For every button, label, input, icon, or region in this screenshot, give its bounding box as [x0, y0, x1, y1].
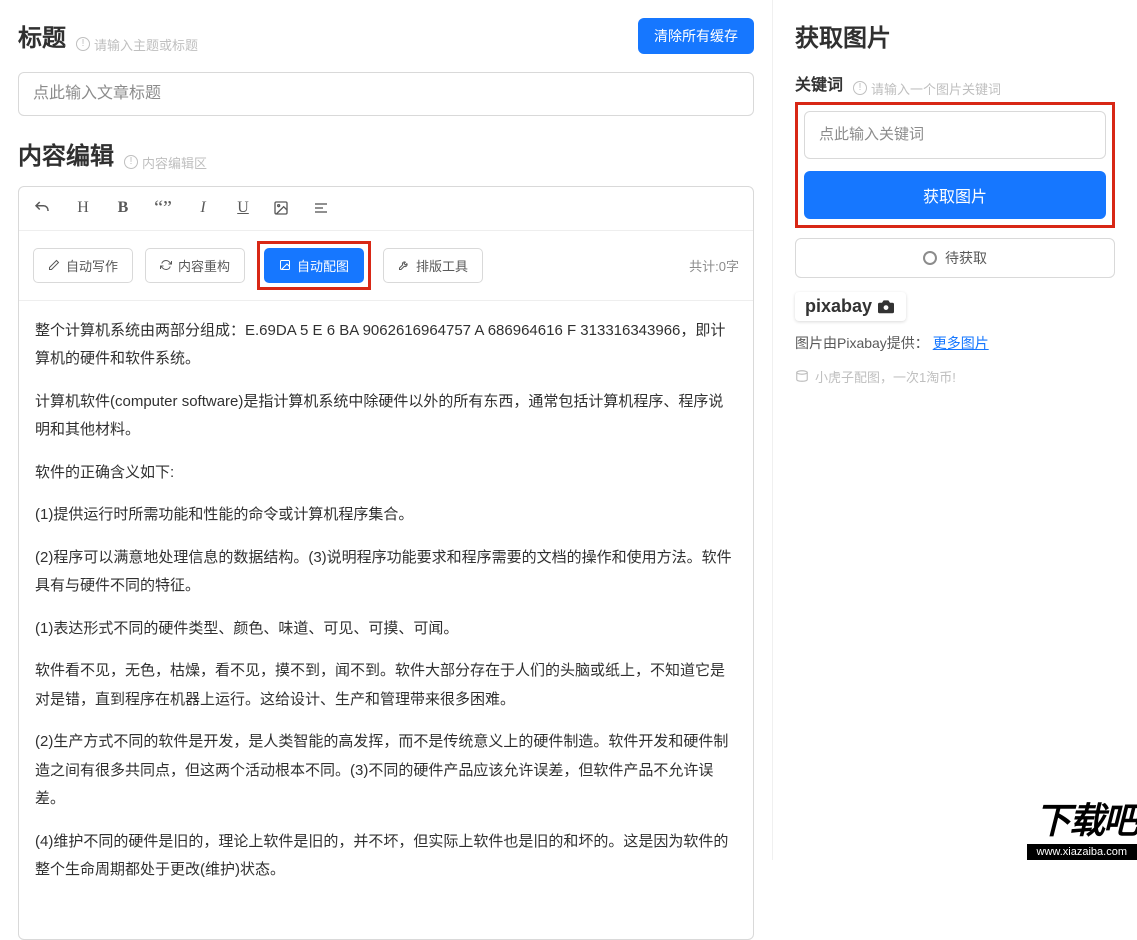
align-left-icon[interactable] [313, 200, 333, 216]
word-count: 共计:0字 [689, 256, 739, 275]
content-paragraph: (2)程序可以满意地处理信息的数据结构。(3)说明程序功能要求和程序需要的文档的… [35, 544, 737, 601]
content-paragraph: (4)维护不同的硬件是旧的，理论上软件是旧的，并不坏，但实际上软件也是旧的和坏的… [35, 828, 737, 885]
title-label: 标题 [18, 18, 66, 53]
get-image-button[interactable]: 获取图片 [804, 171, 1106, 219]
pixabay-badge: pixabay [795, 292, 906, 321]
image-icon[interactable] [273, 200, 293, 216]
action-toolbar: 自动写作 内容重构 自动配图 排版工具 共计:0字 [19, 231, 753, 301]
auto-write-button[interactable]: 自动写作 [33, 248, 133, 283]
editor-box: H B “” I U 自动写作 内容重构 [18, 186, 754, 940]
content-paragraph: 整个计算机系统由两部分组成：E.69DA 5 E 6 BA 9062616964… [35, 317, 737, 374]
keyword-hint: ! 请输入一个图片关键词 [853, 79, 1001, 98]
title-hint: ! 请输入主题或标题 [76, 35, 198, 54]
info-icon: ! [853, 81, 867, 95]
clear-cache-button[interactable]: 清除所有缓存 [638, 18, 754, 54]
title-header: 标题 ! 请输入主题或标题 清除所有缓存 [18, 18, 754, 54]
auto-image-button[interactable]: 自动配图 [264, 248, 364, 283]
editor-content[interactable]: 整个计算机系统由两部分组成：E.69DA 5 E 6 BA 9062616964… [19, 301, 753, 939]
provider-line: 图片由Pixabay提供： 更多图片 [795, 333, 1115, 353]
image-icon [279, 259, 291, 271]
content-paragraph: 软件看不见，无色，枯燥，看不见，摸不到，闻不到。软件大部分存在于人们的头脑或纸上… [35, 657, 737, 714]
disk-note: 小虎子配图，一次1淘币! [795, 367, 1115, 386]
bold-icon[interactable]: B [113, 199, 133, 217]
info-icon: ! [76, 37, 90, 51]
content-edit-header: 内容编辑 ! 内容编辑区 [18, 136, 754, 172]
circle-icon [923, 251, 937, 265]
quote-icon[interactable]: “” [153, 197, 173, 220]
content-paragraph: (1)提供运行时所需功能和性能的命令或计算机程序集合。 [35, 501, 737, 530]
content-paragraph: 计算机软件(computer software)是指计算机系统中除硬件以外的所有… [35, 388, 737, 445]
content-paragraph: (1)表达形式不同的硬件类型、颜色、味道、可见、可摸、可闻。 [35, 615, 737, 644]
disk-icon [795, 369, 809, 383]
sidebar-title: 获取图片 [795, 18, 1115, 53]
keyword-label: 关键词 [795, 71, 843, 95]
auto-image-highlight: 自动配图 [257, 241, 371, 290]
info-icon: ! [124, 155, 138, 169]
underline-icon[interactable]: U [233, 199, 253, 217]
undo-icon[interactable] [33, 199, 53, 217]
layout-tool-button[interactable]: 排版工具 [383, 248, 483, 283]
keyword-input[interactable] [804, 111, 1106, 159]
content-paragraph: 软件的正确含义如下: [35, 459, 737, 488]
pending-pill[interactable]: 待获取 [795, 238, 1115, 278]
format-toolbar: H B “” I U [19, 187, 753, 231]
keyword-highlight-box: 获取图片 [795, 102, 1115, 228]
content-edit-label: 内容编辑 [18, 136, 114, 171]
restructure-button[interactable]: 内容重构 [145, 248, 245, 283]
refresh-icon [160, 259, 172, 271]
tool-icon [398, 259, 410, 271]
content-edit-hint: ! 内容编辑区 [124, 153, 207, 172]
title-input[interactable] [18, 72, 754, 116]
italic-icon[interactable]: I [193, 199, 213, 217]
heading-icon[interactable]: H [73, 199, 93, 217]
pencil-icon [48, 259, 60, 271]
more-images-link[interactable]: 更多图片 [933, 335, 989, 351]
watermark: 下载吧 www.xiazaiba.com [1027, 792, 1137, 860]
camera-icon [876, 298, 896, 314]
content-paragraph: (2)生产方式不同的软件是开发，是人类智能的高发挥，而不是传统意义上的硬件制造。… [35, 728, 737, 814]
